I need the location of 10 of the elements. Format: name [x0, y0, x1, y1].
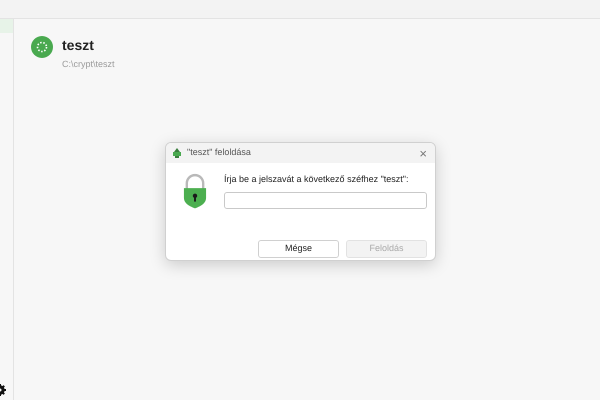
app-icon — [172, 148, 182, 158]
lock-icon — [182, 173, 208, 209]
dialog-title: "teszt" feloldása — [187, 146, 252, 160]
password-prompt: Írja be a jelszavát a következő széfhez "teszt": — [224, 173, 410, 186]
close-button[interactable]: × — [419, 146, 427, 160]
vault-path: C:\crypt\teszt — [62, 58, 115, 71]
password-field[interactable] — [224, 192, 427, 208]
vault-icon — [31, 36, 53, 58]
cancel-button[interactable]: Mégse — [258, 240, 339, 258]
vault-name: teszt — [62, 36, 95, 54]
